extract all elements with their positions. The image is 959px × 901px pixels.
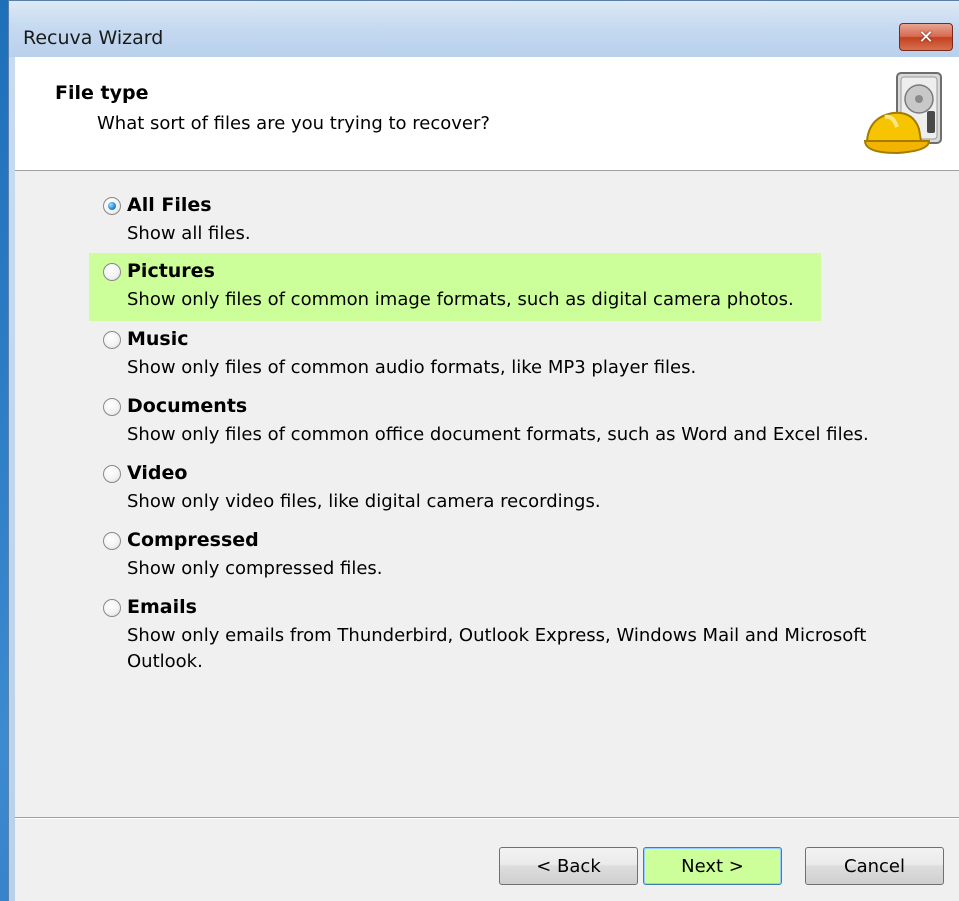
radio-emails[interactable] [103, 599, 121, 617]
option-description: Show only files of common office documen… [127, 424, 869, 445]
option-description: Show only files of common audio formats,… [127, 357, 697, 378]
cancel-button[interactable]: Cancel [805, 847, 944, 885]
option-label: Video [127, 462, 188, 484]
window-title: Recuva Wizard [23, 27, 164, 49]
option-pictures[interactable]: Pictures Show only files of common image… [89, 253, 821, 321]
option-description: Show only compressed files. [127, 558, 383, 579]
radio-music[interactable] [103, 331, 121, 349]
footer-divider [15, 817, 959, 819]
recuva-wizard-window: Recuva Wizard ✕ File type What sort of f… [8, 0, 959, 901]
option-video[interactable]: Video Show only video files, like digita… [83, 455, 813, 515]
radio-all-files[interactable] [103, 197, 121, 215]
option-emails[interactable]: Emails Show only emails from Thunderbird… [83, 589, 866, 675]
wizard-client-area: File type What sort of files are you try… [15, 57, 959, 901]
option-music[interactable]: Music Show only files of common audio fo… [83, 321, 813, 381]
option-label: All Files [127, 194, 212, 216]
option-compressed[interactable]: Compressed Show only compressed files. [83, 522, 813, 582]
option-all-files[interactable]: All Files Show all files. [83, 187, 813, 245]
page-subtitle: What sort of files are you trying to rec… [97, 113, 490, 134]
option-label: Music [127, 328, 189, 350]
option-description: Show only video files, like digital came… [127, 491, 601, 512]
next-button[interactable]: Next > [643, 847, 782, 885]
option-label: Documents [127, 395, 248, 417]
radio-video[interactable] [103, 465, 121, 483]
radio-compressed[interactable] [103, 532, 121, 550]
option-description: Show all files. [127, 223, 251, 244]
title-bar[interactable]: Recuva Wizard ✕ [9, 1, 959, 57]
option-label: Emails [127, 596, 197, 618]
option-label: Compressed [127, 529, 259, 551]
radio-documents[interactable] [103, 398, 121, 416]
close-button[interactable]: ✕ [899, 23, 953, 51]
close-icon: ✕ [918, 26, 934, 48]
option-label: Pictures [127, 260, 215, 282]
option-documents[interactable]: Documents Show only files of common offi… [83, 388, 869, 448]
back-button[interactable]: < Back [499, 847, 638, 885]
wizard-header: File type What sort of files are you try… [15, 57, 959, 171]
option-description: Show only files of common image formats,… [127, 289, 794, 310]
radio-pictures[interactable] [103, 263, 121, 281]
page-title: File type [55, 82, 149, 104]
option-description: Show only emails from Thunderbird, Outlo… [127, 625, 867, 672]
hard-drive-hardhat-icon [863, 72, 942, 155]
